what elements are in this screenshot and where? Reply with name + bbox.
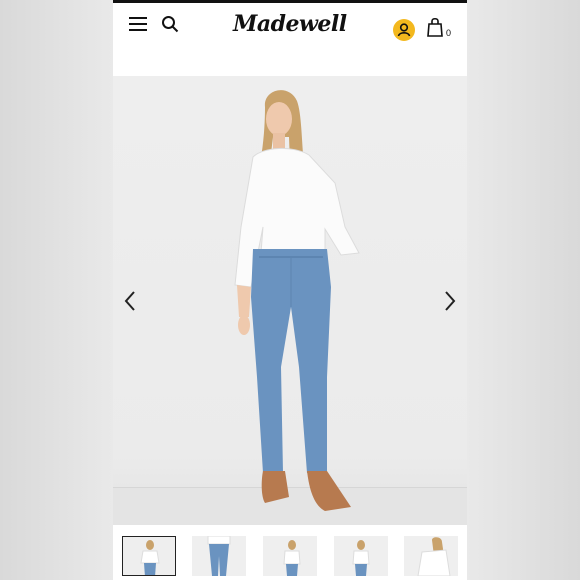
right-backdrop <box>467 0 580 580</box>
left-backdrop <box>0 0 113 580</box>
mobile-page: Madewell 0 <box>113 0 467 580</box>
thumbnail-image <box>123 537 175 575</box>
thumbnail-4[interactable] <box>334 536 388 576</box>
account-button[interactable] <box>393 19 415 41</box>
header-bar: Madewell 0 <box>113 0 467 50</box>
model-figure <box>234 90 360 511</box>
search-icon[interactable] <box>161 15 179 33</box>
thumbnail-image <box>404 536 458 576</box>
shopping-bag-icon[interactable] <box>427 17 443 37</box>
thumbnail-3[interactable] <box>263 536 317 576</box>
bag-count: 0 <box>446 28 452 38</box>
user-icon <box>397 23 411 37</box>
promo-strip <box>113 50 467 77</box>
thumbnail-1[interactable] <box>122 536 176 576</box>
thumbnail-image <box>334 536 388 576</box>
chevron-left-icon[interactable] <box>121 289 139 313</box>
brand-logo[interactable]: Madewell <box>233 11 347 37</box>
thumbnail-2[interactable] <box>192 536 246 576</box>
hamburger-menu-icon[interactable] <box>129 17 147 31</box>
thumbnail-image <box>263 536 317 576</box>
chevron-right-icon[interactable] <box>441 289 459 313</box>
thumbnail-5[interactable] <box>404 536 458 576</box>
product-image[interactable] <box>113 77 467 525</box>
thumbnail-image <box>192 536 246 576</box>
thumbnail-strip <box>113 530 467 580</box>
